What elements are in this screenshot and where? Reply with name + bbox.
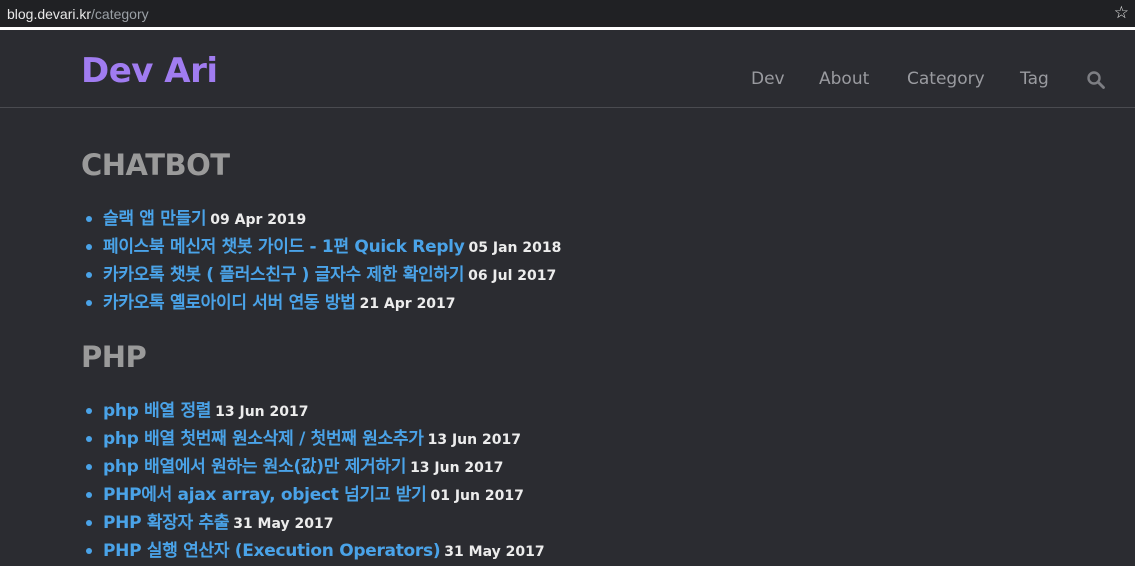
post-list: php 배열 정렬 13 Jun 2017 php 배열 첫번째 원소삭제 / 첫… [86, 398, 545, 566]
post-link[interactable]: PHP에서 ajax array, object 넘기고 받기 [103, 485, 427, 505]
post-link[interactable]: 카카오톡 챗봇 ( 플러스친구 ) 글자수 제한 확인하기 [103, 265, 464, 285]
nav-link-category[interactable]: Category [907, 69, 985, 89]
bullet-icon [86, 520, 92, 526]
bullet-icon [86, 244, 92, 250]
url-path: /category [91, 6, 149, 22]
bullet-icon [86, 272, 92, 278]
category-heading: CHATBOT [81, 148, 230, 182]
post-date: 31 May 2017 [233, 516, 334, 532]
post-link[interactable]: php 배열에서 원하는 원소(값)만 제거하기 [103, 457, 406, 477]
bullet-icon [86, 492, 92, 498]
list-item: 페이스북 메신저 챗봇 가이드 - 1편 Quick Reply 05 Jan 2… [86, 234, 562, 262]
list-item: PHP에서 ajax array, object 넘기고 받기 01 Jun 20… [86, 482, 545, 510]
post-date: 13 Jun 2017 [427, 432, 521, 448]
list-item: php 배열에서 원하는 원소(값)만 제거하기 13 Jun 2017 [86, 454, 545, 482]
category-heading: PHP [81, 340, 147, 374]
post-link[interactable]: php 배열 정렬 [103, 401, 211, 421]
bookmark-star-icon[interactable]: ☆ [1114, 3, 1129, 23]
post-link[interactable]: PHP 실행 연산자 (Execution Operators) [103, 541, 441, 561]
list-item: 카카오톡 챗봇 ( 플러스친구 ) 글자수 제한 확인하기 06 Jul 2017 [86, 262, 561, 290]
list-item: 카카오톡 옐로아이디 서버 연동 방법 21 Apr 2017 [86, 290, 561, 318]
post-date: 06 Jul 2017 [468, 268, 557, 284]
nav-link-tag[interactable]: Tag [1020, 69, 1049, 89]
url-host: blog.devari.kr [7, 6, 92, 22]
list-item: 슬랙 앱 만들기 09 Apr 2019 [86, 206, 561, 234]
url-field[interactable]: blog.devari.kr/category [7, 6, 149, 22]
nav-link-about[interactable]: About [819, 69, 869, 89]
list-item: php 배열 첫번째 원소삭제 / 첫번째 원소추가 13 Jun 2017 [86, 426, 545, 454]
bullet-icon [86, 408, 92, 414]
bullet-icon [86, 436, 92, 442]
post-date: 05 Jan 2018 [468, 240, 562, 256]
search-icon[interactable] [1086, 70, 1106, 90]
nav-link-dev[interactable]: Dev [751, 69, 785, 89]
browser-address-bar: blog.devari.kr/category ☆ [0, 0, 1135, 30]
bullet-icon [86, 464, 92, 470]
post-date: 09 Apr 2019 [210, 212, 307, 228]
site-header: Dev Ari Dev About Category Tag [0, 33, 1135, 108]
main-nav: Dev About Category Tag [0, 69, 1135, 91]
post-date: 13 Jun 2017 [410, 460, 504, 476]
list-item: PHP 확장자 추출 31 May 2017 [86, 510, 545, 538]
post-link[interactable]: 카카오톡 옐로아이디 서버 연동 방법 [103, 293, 356, 313]
post-date: 01 Jun 2017 [430, 488, 524, 504]
post-date: 21 Apr 2017 [359, 296, 456, 312]
post-list: 슬랙 앱 만들기 09 Apr 2019 페이스북 메신저 챗봇 가이드 - 1편… [86, 206, 562, 318]
post-link[interactable]: 페이스북 메신저 챗봇 가이드 - 1편 Quick Reply [103, 237, 465, 257]
category-section-chatbot: CHATBOT 슬랙 앱 만들기 09 Apr 2019 페이스북 메신저 챗봇 … [81, 148, 561, 313]
post-date: 13 Jun 2017 [215, 404, 309, 420]
post-date: 31 May 2017 [444, 544, 545, 560]
post-link[interactable]: 슬랙 앱 만들기 [103, 209, 207, 229]
bullet-icon [86, 548, 92, 554]
bullet-icon [86, 216, 92, 222]
bullet-icon [86, 300, 92, 306]
post-link[interactable]: php 배열 첫번째 원소삭제 / 첫번째 원소추가 [103, 429, 424, 449]
list-item: PHP 실행 연산자 (Execution Operators) 31 May 2… [86, 538, 545, 566]
post-link[interactable]: PHP 확장자 추출 [103, 513, 229, 533]
category-section-php: PHP php 배열 정렬 13 Jun 2017 php 배열 첫번째 원소삭제… [81, 340, 545, 561]
list-item: php 배열 정렬 13 Jun 2017 [86, 398, 545, 426]
